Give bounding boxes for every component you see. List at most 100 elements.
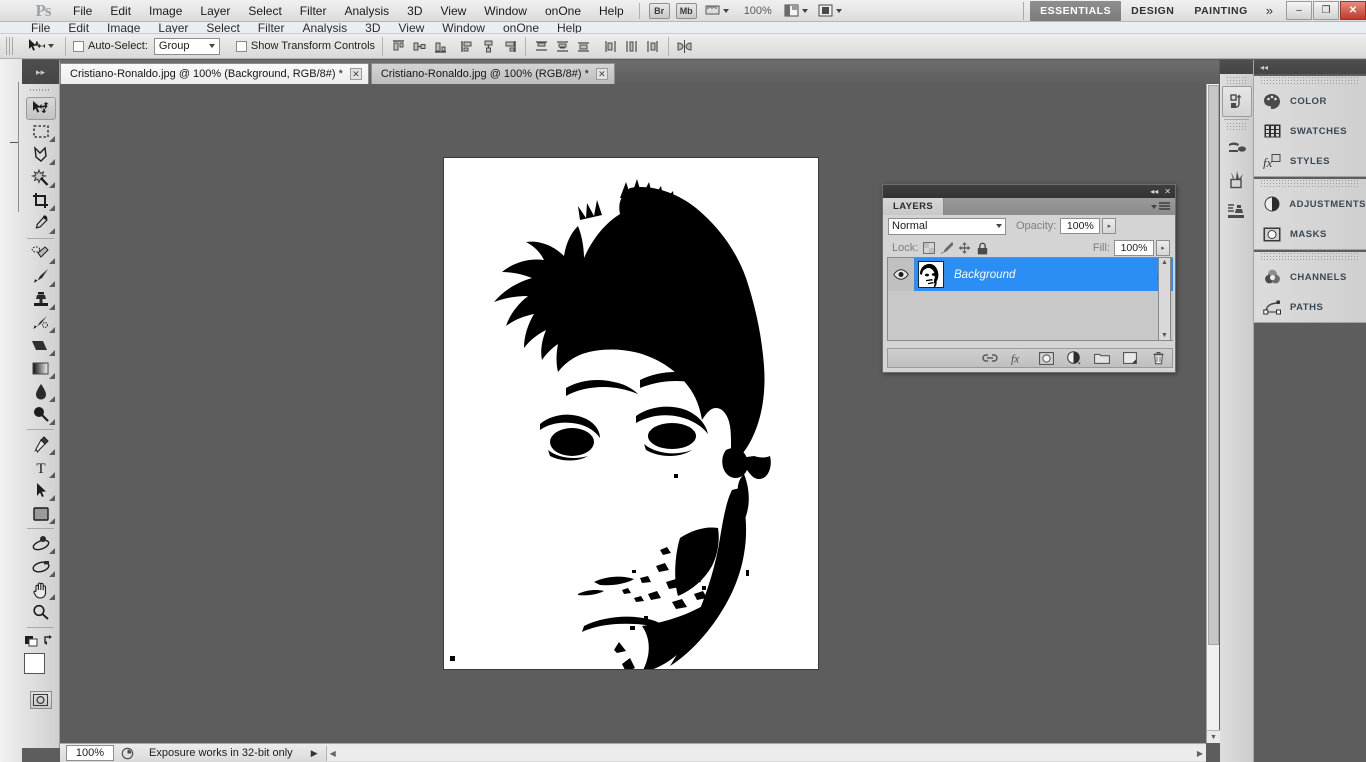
layers-list-scrollbar[interactable]: ▲ ▼ <box>1158 257 1171 341</box>
menu-analysis[interactable]: Analysis <box>335 1 398 21</box>
distribute-top-edges-button[interactable] <box>533 38 550 55</box>
dock-strip-grip[interactable] <box>1226 76 1247 84</box>
tool-history-brush[interactable] <box>26 311 56 334</box>
tool-3d-rotate[interactable] <box>26 532 56 555</box>
workspace-design[interactable]: DESIGN <box>1121 1 1184 21</box>
dock-strip-grip[interactable] <box>1226 122 1247 130</box>
tool-hand[interactable] <box>26 578 56 601</box>
menu-3d[interactable]: 3D <box>398 1 431 21</box>
align-bottom-edges-button[interactable] <box>432 38 449 55</box>
canvas-scrollbar-thumb[interactable] <box>1208 85 1219 645</box>
tool-horizontal-type[interactable]: T <box>26 456 56 479</box>
layers-list[interactable]: Background <box>887 257 1173 341</box>
tool-zoom[interactable] <box>26 601 56 624</box>
menu-view[interactable]: View <box>431 1 475 21</box>
opacity-stepper[interactable]: ▸ <box>1102 218 1117 234</box>
create-group-button[interactable] <box>1094 350 1110 366</box>
distribute-vertical-centers-button[interactable] <box>554 38 571 55</box>
fill-field[interactable]: 100% <box>1114 240 1154 256</box>
panel-group-grip[interactable] <box>1260 179 1360 187</box>
panel-button-styles[interactable]: fx STYLES <box>1254 146 1366 176</box>
window-minimize-button[interactable]: – <box>1286 1 1312 20</box>
fill-stepper[interactable]: ▸ <box>1156 240 1170 256</box>
document-tab-2[interactable]: Cristiano-Ronaldo.jpg @ 100% (RGB/8#) * … <box>370 63 615 84</box>
menu-select[interactable]: Select <box>239 1 290 21</box>
link-layers-button[interactable] <box>982 350 998 366</box>
scroll-left-arrow[interactable]: ◀ <box>330 749 336 758</box>
tool-eyedropper[interactable] <box>26 212 56 235</box>
layers-panel-menu-button[interactable] <box>1151 198 1175 215</box>
status-horizontal-scrollbar[interactable]: ◀ ▶ <box>325 745 1206 761</box>
status-expand-arrow[interactable]: ▶ <box>311 748 318 759</box>
screen-mode-button[interactable] <box>818 4 842 17</box>
distribute-bottom-edges-button[interactable] <box>575 38 592 55</box>
panel-button-swatches[interactable]: SWATCHES <box>1254 116 1366 146</box>
layer-name[interactable]: Background <box>954 269 1151 281</box>
workspace-painting[interactable]: PAINTING <box>1184 1 1257 21</box>
default-colors-icon[interactable] <box>25 634 39 647</box>
tool-clone-stamp[interactable] <box>26 288 56 311</box>
lock-image-pixels-button[interactable] <box>939 241 954 256</box>
align-top-edges-button[interactable] <box>390 38 407 55</box>
timing-clock-icon[interactable] <box>117 745 137 761</box>
clone-source-panel-icon[interactable] <box>1222 196 1252 227</box>
window-restore-button[interactable]: ❐ <box>1313 1 1339 20</box>
document-tab-1-close-icon[interactable]: ✕ <box>349 68 362 80</box>
align-vertical-centers-button[interactable] <box>411 38 428 55</box>
tools-panel-collapse-button[interactable]: ▸▸ <box>22 60 59 84</box>
tool-path-selection[interactable] <box>26 479 56 502</box>
menu-window[interactable]: Window <box>475 1 536 21</box>
tool-presets-panel-icon[interactable] <box>1222 132 1252 163</box>
menu-help[interactable]: Help <box>590 1 633 21</box>
layers-panel-collapse-button[interactable]: ◂◂ <box>1150 187 1158 196</box>
table-row[interactable]: Background <box>888 258 1173 291</box>
menu-filter[interactable]: Filter <box>291 1 336 21</box>
auto-select-dropdown[interactable]: Group <box>153 37 220 55</box>
lock-position-button[interactable] <box>957 241 972 256</box>
panel-group-grip[interactable] <box>1260 252 1360 260</box>
panel-button-masks[interactable]: MASKS <box>1254 219 1366 249</box>
align-right-edges-button[interactable] <box>501 38 518 55</box>
tool-crop[interactable] <box>26 189 56 212</box>
layers-scroll-down-arrow[interactable]: ▼ <box>1161 332 1168 339</box>
canvas-vertical-scrollbar[interactable]: ▼ <box>1206 84 1220 743</box>
add-layer-mask-button[interactable] <box>1038 350 1054 366</box>
tool-rectangle-shape[interactable] <box>26 502 56 525</box>
tool-pen[interactable] <box>26 433 56 456</box>
tool-magic-wand[interactable] <box>26 166 56 189</box>
layer-thumbnail[interactable] <box>914 258 948 291</box>
history-panel-icon[interactable] <box>1221 86 1252 117</box>
scroll-right-arrow[interactable]: ▶ <box>1197 749 1203 758</box>
menu-onone[interactable]: onOne <box>536 1 590 21</box>
panel-button-paths[interactable]: PATHS <box>1254 292 1366 322</box>
menu-file[interactable]: File <box>64 1 101 21</box>
panel-button-channels[interactable]: CHANNELS <box>1254 262 1366 292</box>
tab-layers[interactable]: LAYERS <box>883 198 945 215</box>
menubar-zoom-level[interactable]: 100% <box>744 5 772 17</box>
layers-panel-close-button[interactable]: ✕ <box>1164 187 1171 196</box>
window-close-button[interactable]: ✕ <box>1340 1 1366 20</box>
workspace-essentials[interactable]: ESSENTIALS <box>1030 0 1122 21</box>
launch-bridge-button[interactable]: Br <box>648 2 670 19</box>
tools-panel-grip[interactable] <box>30 86 51 95</box>
panel-dock-collapse-button[interactable]: ◂◂ <box>1260 63 1268 72</box>
tool-eraser[interactable] <box>26 334 56 357</box>
panel-button-color[interactable]: COLOR <box>1254 86 1366 116</box>
layers-scroll-up-arrow[interactable]: ▲ <box>1161 259 1168 266</box>
brushes-panel-icon[interactable] <box>1222 164 1252 195</box>
status-zoom-field[interactable]: 100% <box>66 745 114 761</box>
show-transform-controls-checkbox[interactable] <box>235 40 247 52</box>
delete-layer-button[interactable] <box>1150 350 1166 366</box>
view-extras-button[interactable] <box>705 4 729 17</box>
lock-all-button[interactable] <box>975 241 990 256</box>
tool-move[interactable] <box>25 97 56 120</box>
workspace-more-button[interactable]: » <box>1258 3 1281 18</box>
tool-dodge[interactable] <box>26 403 56 426</box>
image-canvas[interactable] <box>444 158 818 669</box>
create-new-layer-button[interactable] <box>1122 350 1138 366</box>
arrange-documents-button[interactable] <box>784 4 808 17</box>
align-left-edges-button[interactable] <box>459 38 476 55</box>
add-layer-style-button[interactable]: fx <box>1010 350 1026 366</box>
auto-align-layers-button[interactable] <box>676 38 693 55</box>
distribute-horizontal-centers-button[interactable] <box>623 38 640 55</box>
